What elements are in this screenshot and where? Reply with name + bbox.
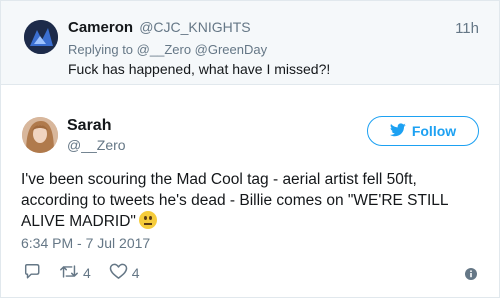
tweet-author-name[interactable]: Sarah bbox=[67, 117, 111, 135]
tweet-text: I've been scouring the Mad Cool tag - ae… bbox=[21, 169, 481, 232]
tweet-card: Sarah @__Zero Follow I've been scouring … bbox=[0, 84, 500, 298]
reply-context-text: Fuck has happened, what have I missed?! bbox=[68, 61, 331, 77]
retweet-count: 4 bbox=[83, 265, 91, 281]
replying-to-prefix: Replying to bbox=[68, 42, 134, 57]
reply-author-handle[interactable]: @CJC_KNIGHTS bbox=[139, 19, 250, 35]
retweet-button[interactable]: 4 bbox=[59, 263, 91, 283]
reply-button[interactable] bbox=[23, 263, 41, 283]
like-button[interactable]: 4 bbox=[109, 263, 140, 283]
reply-context: Cameron @CJC_KNIGHTS 11h Replying to @__… bbox=[0, 0, 500, 85]
info-icon[interactable] bbox=[465, 267, 477, 285]
twitter-bird-icon bbox=[389, 122, 406, 140]
reply-author-name[interactable]: Cameron bbox=[68, 19, 133, 36]
like-count: 4 bbox=[131, 265, 140, 281]
replying-to: Replying to @__Zero @GreenDay bbox=[68, 42, 267, 57]
tweet-text-body: I've been scouring the Mad Cool tag - ae… bbox=[21, 171, 448, 230]
follow-button[interactable]: Follow bbox=[367, 116, 479, 146]
replying-to-mentions[interactable]: @__Zero @GreenDay bbox=[137, 42, 267, 57]
reply-author[interactable]: Cameron @CJC_KNIGHTS bbox=[68, 19, 251, 36]
tweet-actions: 4 4 bbox=[23, 263, 158, 283]
tweet-timestamp[interactable]: 6:34 PM - 7 Jul 2017 bbox=[21, 235, 150, 251]
reply-icon bbox=[23, 263, 41, 283]
follow-label: Follow bbox=[411, 123, 457, 139]
heart-icon bbox=[109, 263, 128, 283]
cameron-avatar[interactable] bbox=[24, 20, 58, 54]
neutral-face-emoji bbox=[138, 211, 157, 229]
retweet-icon bbox=[59, 263, 79, 283]
reply-time[interactable]: 11h bbox=[455, 20, 479, 37]
tweet-author-handle[interactable]: @__Zero bbox=[67, 137, 126, 153]
sarah-avatar[interactable] bbox=[22, 117, 58, 153]
